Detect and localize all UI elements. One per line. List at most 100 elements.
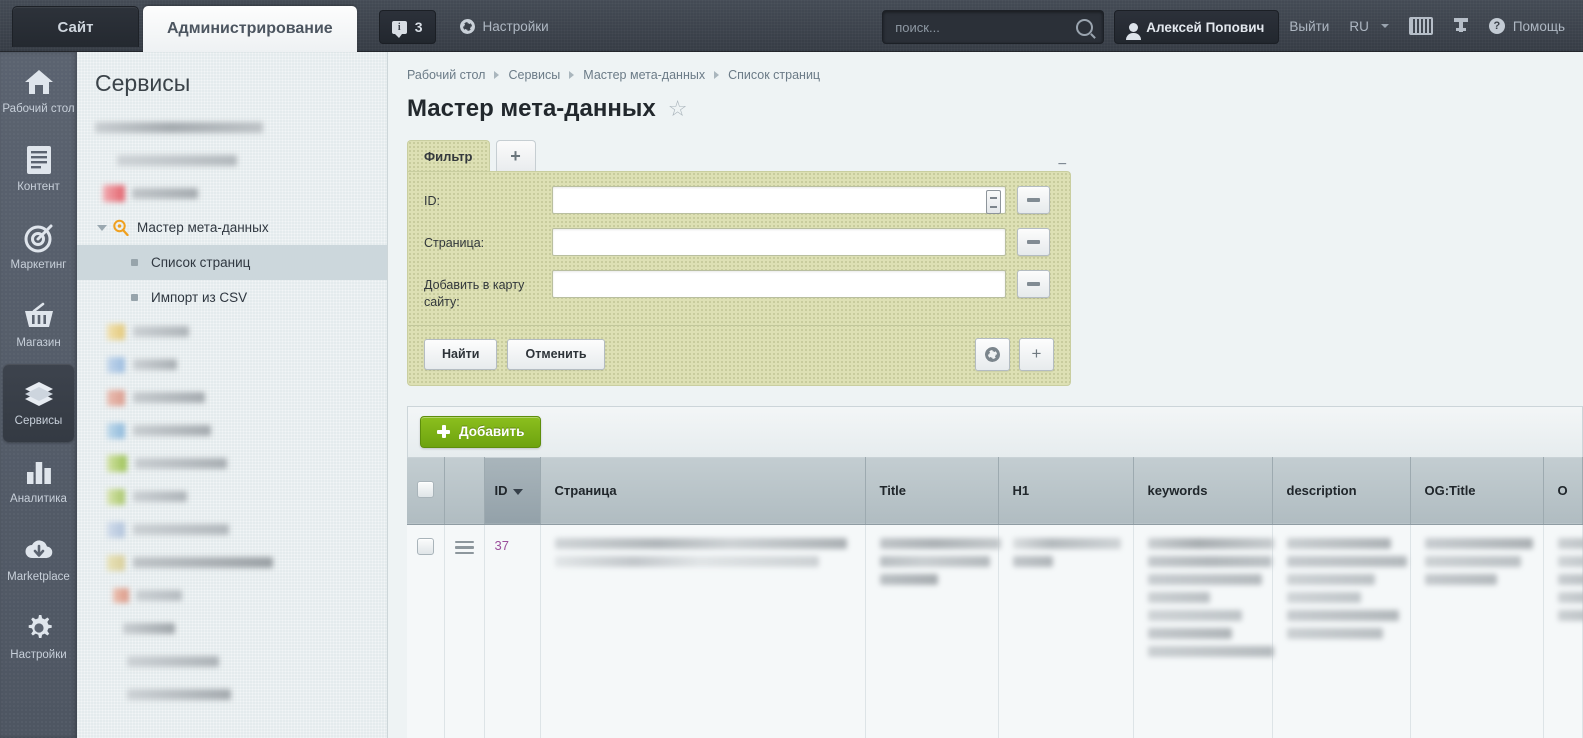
- filter-input-page-wrap[interactable]: [552, 228, 1006, 256]
- settings-link[interactable]: Настройки: [450, 10, 559, 42]
- remove-filter-sitemap-button[interactable]: [1017, 270, 1050, 298]
- column-header-description[interactable]: description: [1272, 457, 1410, 524]
- search-button[interactable]: Найти: [424, 339, 497, 370]
- tree-group-meta-master[interactable]: Мастер мета-данных: [77, 210, 387, 245]
- row-checkbox-cell[interactable]: [407, 524, 444, 738]
- tree-item-page-list[interactable]: Список страниц: [77, 245, 387, 280]
- row-id-value[interactable]: 37: [495, 538, 509, 553]
- tree-item-redacted[interactable]: [77, 645, 387, 678]
- rail-item-marketplace[interactable]: Marketplace: [0, 520, 77, 598]
- column-header-og-next[interactable]: O: [1543, 457, 1583, 524]
- add-record-button[interactable]: Добавить: [420, 416, 541, 448]
- redacted-text: [95, 122, 263, 133]
- filter-input-id-wrap[interactable]: [552, 186, 1006, 214]
- tree-item-redacted[interactable]: [77, 381, 387, 414]
- row-menu-cell[interactable]: [444, 524, 484, 738]
- filter-input-sitemap-wrap[interactable]: [552, 270, 1006, 298]
- search-icon[interactable]: [1076, 19, 1093, 36]
- tree-item-redacted[interactable]: [77, 447, 387, 480]
- star-outline-icon[interactable]: ☆: [668, 98, 688, 120]
- pin-button[interactable]: [1443, 10, 1479, 42]
- tree-item-redacted[interactable]: [77, 348, 387, 381]
- hamburger-icon[interactable]: [455, 538, 474, 558]
- column-header-label: Title: [880, 483, 907, 498]
- remove-filter-id-button[interactable]: [1017, 186, 1050, 214]
- help-link[interactable]: ? Помощь: [1479, 10, 1575, 42]
- rail-label: Marketplace: [7, 571, 70, 584]
- rail-item-analytics[interactable]: Аналитика: [0, 442, 77, 520]
- rail-item-services[interactable]: Сервисы: [3, 364, 74, 442]
- filter-input-sitemap[interactable]: [553, 271, 1005, 297]
- filter-row-id: ID:: [424, 186, 1054, 214]
- minus-icon: −: [1058, 156, 1067, 173]
- filter-input-page[interactable]: [553, 229, 1005, 255]
- tree-item-csv-import[interactable]: Импорт из CSV: [77, 280, 387, 315]
- row-title-cell: [865, 524, 998, 738]
- tab-site[interactable]: Сайт: [12, 6, 139, 47]
- tree-item-redacted[interactable]: [77, 315, 387, 348]
- user-menu-button[interactable]: Алексей Попович: [1114, 10, 1279, 44]
- language-switcher[interactable]: RU: [1339, 10, 1399, 42]
- bullet-icon: [123, 294, 145, 301]
- breadcrumb-item[interactable]: Мастер мета-данных: [583, 68, 705, 82]
- cancel-button[interactable]: Отменить: [507, 339, 604, 370]
- keyboard-icon: [1409, 17, 1433, 35]
- row-id-cell[interactable]: 37: [484, 524, 540, 738]
- tree-item-redacted[interactable]: [77, 414, 387, 447]
- column-header-og-title[interactable]: OG:Title: [1410, 457, 1543, 524]
- tree-item-redacted[interactable]: [77, 111, 387, 144]
- filter-input-id[interactable]: [553, 187, 1005, 213]
- select-all-header[interactable]: [407, 457, 444, 524]
- tree-item-redacted[interactable]: [77, 612, 387, 645]
- column-header-keywords[interactable]: keywords: [1133, 457, 1272, 524]
- rail-item-marketing[interactable]: Маркетинг: [0, 208, 77, 286]
- remove-filter-page-button[interactable]: [1017, 228, 1050, 256]
- target-icon: [23, 222, 55, 254]
- info-bubble-icon: i: [392, 21, 407, 34]
- breadcrumb-item[interactable]: Сервисы: [508, 68, 560, 82]
- keyboard-button[interactable]: [1399, 10, 1443, 42]
- tree-item-redacted[interactable]: [77, 678, 387, 711]
- notifications-button[interactable]: i 3: [379, 10, 436, 44]
- column-header-label: keywords: [1148, 483, 1208, 498]
- column-header-id[interactable]: ID: [484, 457, 540, 524]
- question-circle-icon: ?: [1489, 18, 1505, 34]
- chevron-down-icon[interactable]: [95, 225, 109, 231]
- grid-toolbar: Добавить: [407, 406, 1583, 457]
- breadcrumb-item[interactable]: Рабочий стол: [407, 68, 485, 82]
- filter-add-button[interactable]: +: [1019, 338, 1054, 371]
- search-box[interactable]: [882, 10, 1104, 44]
- tree-item-redacted[interactable]: [77, 579, 387, 612]
- document-icon: [23, 144, 55, 176]
- tree-item-redacted[interactable]: [77, 144, 387, 177]
- rail-item-shop[interactable]: Магазин: [0, 286, 77, 364]
- rail-item-content[interactable]: Контент: [0, 130, 77, 208]
- breadcrumb-item-current[interactable]: Список страниц: [728, 68, 820, 82]
- rail-item-settings[interactable]: Настройки: [0, 598, 77, 676]
- breadcrumb-separator-icon: [714, 71, 719, 79]
- rail-label: Магазин: [16, 337, 60, 350]
- user-icon: [1129, 23, 1138, 32]
- tab-filter[interactable]: Фильтр: [407, 140, 490, 171]
- minus-icon: [1027, 198, 1040, 202]
- checkbox-icon[interactable]: [417, 538, 434, 555]
- bullet-icon: [123, 259, 145, 266]
- rail-item-desktop[interactable]: Рабочий стол: [0, 52, 77, 130]
- logout-link[interactable]: Выйти: [1279, 10, 1339, 42]
- column-header-label: ID: [495, 483, 508, 498]
- column-header-h1[interactable]: H1: [998, 457, 1133, 524]
- checkbox-icon[interactable]: [417, 481, 434, 498]
- column-header-title[interactable]: Title: [865, 457, 998, 524]
- range-picker-icon[interactable]: [986, 190, 1001, 214]
- home-icon: [23, 66, 55, 98]
- column-header-page[interactable]: Страница: [540, 457, 865, 524]
- tab-admin[interactable]: Администрирование: [143, 6, 357, 52]
- tree-item-redacted[interactable]: [77, 480, 387, 513]
- add-filter-tab-button[interactable]: +: [496, 140, 536, 171]
- tree-item-redacted[interactable]: [77, 513, 387, 546]
- table-row[interactable]: 37: [407, 524, 1583, 738]
- tree-item-redacted[interactable]: [77, 177, 387, 210]
- search-input[interactable]: [893, 19, 1076, 36]
- tree-item-redacted[interactable]: [77, 546, 387, 579]
- filter-settings-button[interactable]: [975, 338, 1010, 371]
